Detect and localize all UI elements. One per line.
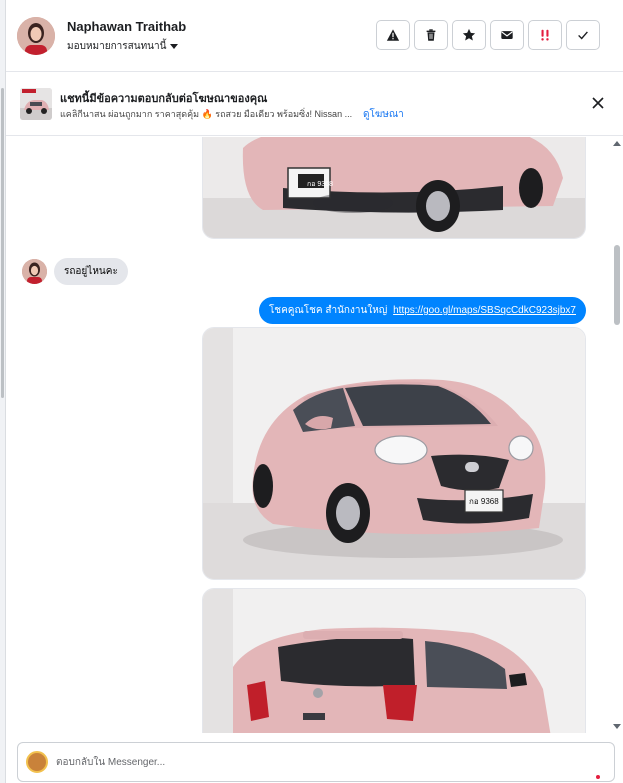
- thread-scrollbar[interactable]: [610, 137, 623, 733]
- contact-avatar-small[interactable]: [22, 259, 47, 284]
- star-button[interactable]: [452, 20, 486, 50]
- trash-icon: [426, 29, 436, 41]
- follow-up-button[interactable]: [528, 20, 562, 50]
- license-plate-text-front: กอ 9368: [469, 497, 499, 506]
- assign-conversation-dropdown[interactable]: มอบหมายการสนทนานี้: [67, 39, 179, 54]
- ad-thumbnail[interactable]: [20, 88, 52, 120]
- chevron-down-icon: [170, 44, 179, 49]
- delete-button[interactable]: [414, 20, 448, 50]
- contact-avatar[interactable]: [17, 17, 55, 55]
- maps-link[interactable]: https://goo.gl/maps/SBSqcCdkC923sjbx7: [393, 305, 576, 316]
- status-dot-icon: [596, 775, 600, 779]
- message-image-car-rear[interactable]: [202, 588, 586, 733]
- outgoing-message-bubble[interactable]: โชคคูณโชค สำนักงานใหญ่ https://goo.gl/ma…: [258, 297, 586, 324]
- warning-icon: [386, 29, 400, 41]
- ad-banner-subtitle: แคลิกีนาสน ผ่อนถูกมาก ราคาสุดคุ้ม 🔥 รถสว…: [60, 109, 353, 119]
- incoming-message-row: รถอยู่ไหนคะ: [22, 258, 128, 285]
- check-icon: [578, 31, 588, 40]
- ad-banner-title: แชทนี้มีข้อความตอบกลับต่อโฆษณาของคุณ: [60, 93, 268, 105]
- message-thread[interactable]: กอ 9368 รถอยู่ไหนคะ โชคคูณโชค สำนักงานให…: [6, 137, 610, 733]
- reply-composer: [17, 742, 615, 782]
- conversation-header: Naphawan Traithab มอบหมายการสนทนานี้: [6, 0, 623, 72]
- header-actions: [376, 20, 600, 50]
- star-icon: [462, 28, 476, 41]
- thread-scrollbar-thumb[interactable]: [614, 245, 620, 325]
- message-image-car-front[interactable]: กอ 9368: [202, 327, 586, 580]
- follow-up-icon: [541, 29, 549, 41]
- view-ad-link[interactable]: ดูโฆษณา: [363, 107, 404, 122]
- license-plate-text: กอ 9368: [307, 181, 333, 188]
- message-image-car-front-partial[interactable]: กอ 9368: [202, 137, 586, 239]
- incoming-message-bubble[interactable]: รถอยู่ไหนคะ: [54, 258, 128, 285]
- report-button[interactable]: [376, 20, 410, 50]
- outgoing-message-text: โชคคูณโชค สำนักงานใหญ่: [268, 305, 388, 316]
- scroll-up-icon[interactable]: [613, 141, 621, 146]
- close-icon[interactable]: [591, 96, 605, 110]
- reply-input[interactable]: [56, 753, 576, 771]
- emoji-avatar-icon[interactable]: [26, 751, 48, 773]
- ad-reply-banner: แชทนี้มีข้อความตอบกลับต่อโฆษณาของคุณ แคล…: [6, 72, 623, 136]
- scroll-down-icon[interactable]: [613, 724, 621, 729]
- left-scrollbar-thumb[interactable]: [1, 88, 4, 398]
- assign-label: มอบหมายการสนทนานี้: [67, 41, 167, 52]
- mark-done-button[interactable]: [566, 20, 600, 50]
- contact-name[interactable]: Naphawan Traithab: [67, 19, 186, 34]
- mail-icon: [501, 31, 513, 39]
- mark-unread-button[interactable]: [490, 20, 524, 50]
